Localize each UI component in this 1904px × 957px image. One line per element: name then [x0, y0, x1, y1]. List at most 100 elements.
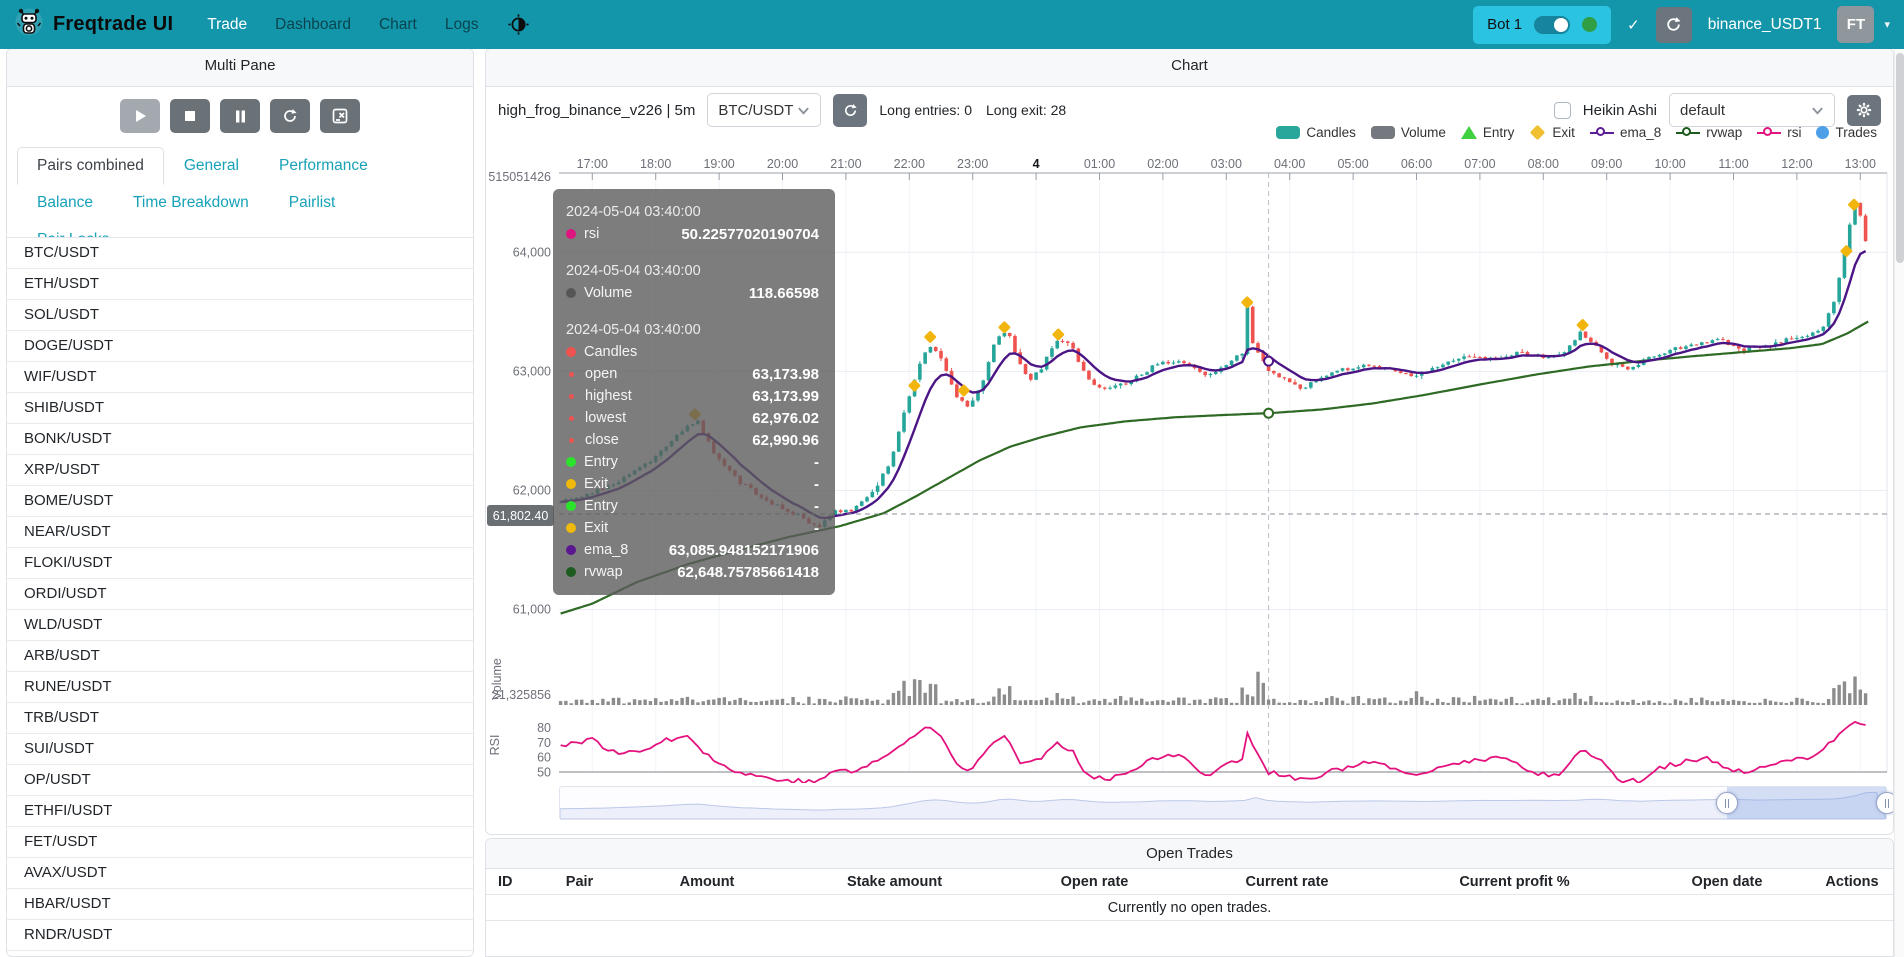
refresh-chart-button[interactable]: [833, 94, 867, 127]
pair-list-item[interactable]: RNDR/USDT: [7, 920, 473, 951]
legend-item-ema_8[interactable]: ema_8: [1590, 125, 1661, 140]
candle-body: [627, 475, 631, 477]
open-trades-column-amount: Amount: [627, 874, 787, 890]
legend-item-Trades[interactable]: Trades: [1816, 125, 1877, 140]
candle-body: [1515, 352, 1519, 356]
pair-list-item[interactable]: ORDI/USDT: [7, 579, 473, 610]
legend-item-Volume[interactable]: Volume: [1371, 125, 1446, 140]
volume-bar: [1140, 699, 1143, 705]
candle-body: [1335, 371, 1339, 373]
datazoom-selection[interactable]: [1727, 787, 1886, 819]
volume-bar: [1351, 697, 1354, 705]
candle-body: [871, 492, 875, 497]
volume-bar: [1563, 699, 1566, 705]
pair-list-item[interactable]: BONK/USDT: [7, 424, 473, 455]
plot-config-select[interactable]: default: [1669, 93, 1835, 127]
legend-swatch-rvwap-line-icon: [1676, 126, 1700, 139]
candle-body: [997, 336, 1001, 344]
volume-bar: [1774, 702, 1777, 705]
bot-selector[interactable]: Bot 1: [1473, 6, 1611, 44]
pair-list-item[interactable]: ARB/USDT: [7, 641, 473, 672]
volume-bar: [1674, 699, 1677, 705]
pair-list-item[interactable]: WLD/USDT: [7, 610, 473, 641]
legend-item-Exit[interactable]: Exit: [1529, 125, 1575, 140]
pair-list-item[interactable]: OP/USDT: [7, 765, 473, 796]
start-bot-button[interactable]: [120, 99, 160, 133]
bot-toggle[interactable]: [1534, 16, 1570, 34]
volume-bar: [1536, 699, 1539, 705]
pair-select[interactable]: BTC/USDT: [707, 93, 821, 127]
datazoom-slider[interactable]: [559, 786, 1887, 820]
pair-list-item[interactable]: DOGE/USDT: [7, 331, 473, 362]
pair-list-item[interactable]: HBAR/USDT: [7, 889, 473, 920]
tab-pairlist[interactable]: Pairlist: [269, 184, 356, 222]
volume-bar: [1684, 703, 1687, 705]
tab-performance[interactable]: Performance: [259, 147, 388, 185]
volume-bar: [712, 699, 715, 705]
legend-label: rvwap: [1706, 125, 1742, 140]
volume-bar: [717, 698, 720, 705]
nav-item-chart[interactable]: Chart: [379, 16, 417, 34]
scrollbar-thumb[interactable]: [1896, 53, 1904, 263]
nav-item-dashboard[interactable]: Dashboard: [275, 16, 351, 34]
legend-item-Entry[interactable]: Entry: [1461, 125, 1515, 140]
pair-list-item[interactable]: FET/USDT: [7, 827, 473, 858]
legend-item-rsi[interactable]: rsi: [1757, 125, 1801, 140]
tab-time-breakdown[interactable]: Time Breakdown: [113, 184, 269, 222]
reload-config-button[interactable]: [270, 99, 310, 133]
pair-list-item[interactable]: AR/USDT: [7, 951, 473, 956]
heikin-ashi-checkbox[interactable]: [1554, 102, 1571, 119]
candle-body: [775, 505, 779, 506]
candle-body: [1742, 349, 1746, 352]
pair-list-item[interactable]: AVAX/USDT: [7, 858, 473, 889]
tab-general[interactable]: General: [164, 147, 259, 185]
exit-signal-diamond-icon: [957, 384, 970, 397]
datazoom-left-handle[interactable]: [1716, 792, 1738, 814]
pair-list-item[interactable]: FLOKI/USDT: [7, 548, 473, 579]
volume-bar: [897, 691, 900, 705]
legend-item-Candles[interactable]: Candles: [1276, 125, 1356, 140]
tab-balance[interactable]: Balance: [17, 184, 113, 222]
pair-list-item[interactable]: BOME/USDT: [7, 486, 473, 517]
theme-toggle-icon[interactable]: [508, 14, 529, 35]
plot-settings-button[interactable]: [1847, 95, 1881, 126]
pair-list-item[interactable]: ETH/USDT: [7, 269, 473, 300]
candle-body: [1029, 374, 1033, 380]
chevron-down-icon[interactable]: ▾: [1884, 18, 1890, 31]
candle-body: [1674, 347, 1678, 350]
stop-bot-button[interactable]: [170, 99, 210, 133]
pair-list-item[interactable]: TRB/USDT: [7, 703, 473, 734]
tab-pairs-combined[interactable]: Pairs combined: [17, 147, 164, 185]
avatar[interactable]: FT: [1837, 6, 1874, 43]
pair-list-item[interactable]: BTC/USDT: [7, 238, 473, 269]
legend-item-rvwap[interactable]: rvwap: [1676, 125, 1742, 140]
candle-body: [622, 477, 626, 482]
volume-bar: [1573, 693, 1576, 705]
candlestick-chart[interactable]: 17:0018:0019:0020:0021:0022:0023:00401:0…: [487, 123, 1894, 783]
pair-list-item[interactable]: ETHFI/USDT: [7, 796, 473, 827]
candle-body: [1547, 357, 1551, 358]
volume-bar: [1605, 702, 1608, 705]
candle-body: [844, 510, 848, 512]
nav-item-logs[interactable]: Logs: [445, 16, 479, 34]
pair-list-item[interactable]: SHIB/USDT: [7, 393, 473, 424]
pair-list-item[interactable]: SUI/USDT: [7, 734, 473, 765]
pair-list-item[interactable]: XRP/USDT: [7, 455, 473, 486]
pair-list-item[interactable]: SOL/USDT: [7, 300, 473, 331]
refresh-icon: [1665, 16, 1682, 33]
brand[interactable]: Freqtrade UI: [14, 7, 173, 42]
candle-body: [1293, 382, 1297, 384]
reload-bot-button[interactable]: [1656, 7, 1692, 43]
pair-list-item[interactable]: WIF/USDT: [7, 362, 473, 393]
chart-erase-icon: [332, 108, 348, 124]
nav-item-trade[interactable]: Trade: [207, 16, 247, 34]
datazoom-right-handle[interactable]: [1876, 792, 1894, 814]
legend-swatch-exit-diamond-icon: [1530, 125, 1546, 141]
pause-bot-button[interactable]: [220, 99, 260, 133]
candle-body: [860, 501, 864, 506]
forget-trades-button[interactable]: [320, 99, 360, 133]
ema8-hover-marker: [1264, 357, 1273, 366]
pair-list-item[interactable]: NEAR/USDT: [7, 517, 473, 548]
candle-body: [1520, 352, 1524, 353]
pair-list-item[interactable]: RUNE/USDT: [7, 672, 473, 703]
